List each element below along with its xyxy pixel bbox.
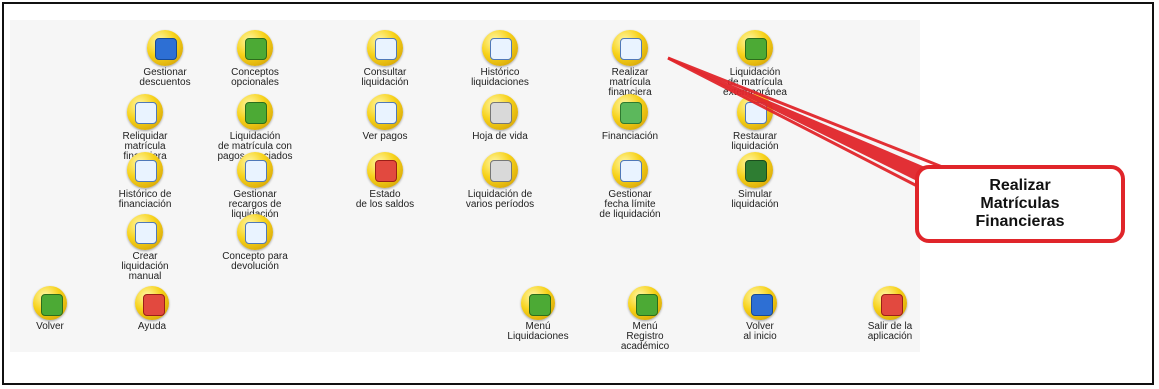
callout-realizar-matriculas-financieras: Realizar Matrículas Financieras	[915, 165, 1125, 243]
callout-text: Realizar Matrículas Financieras	[975, 177, 1065, 230]
